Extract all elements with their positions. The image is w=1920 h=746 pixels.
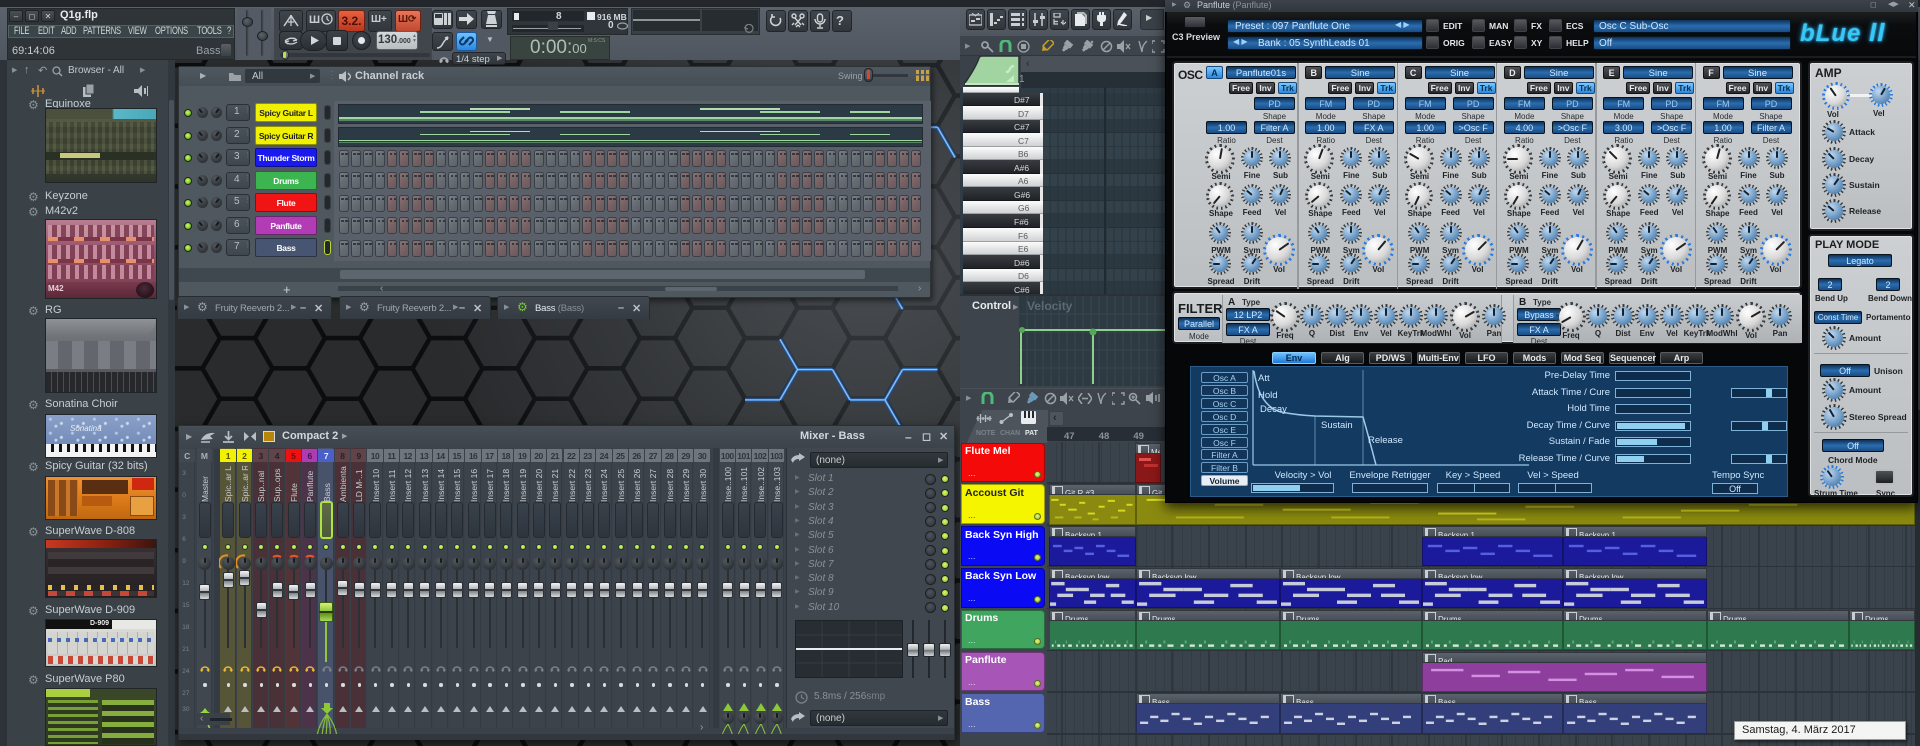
svg-text:Decay: Decay xyxy=(1260,404,1287,415)
svg-text:Hold: Hold xyxy=(1258,390,1278,401)
svg-text:Release: Release xyxy=(1368,435,1403,446)
svg-text:Sustain: Sustain xyxy=(1321,420,1353,431)
svg-text:Att: Att xyxy=(1258,373,1270,384)
